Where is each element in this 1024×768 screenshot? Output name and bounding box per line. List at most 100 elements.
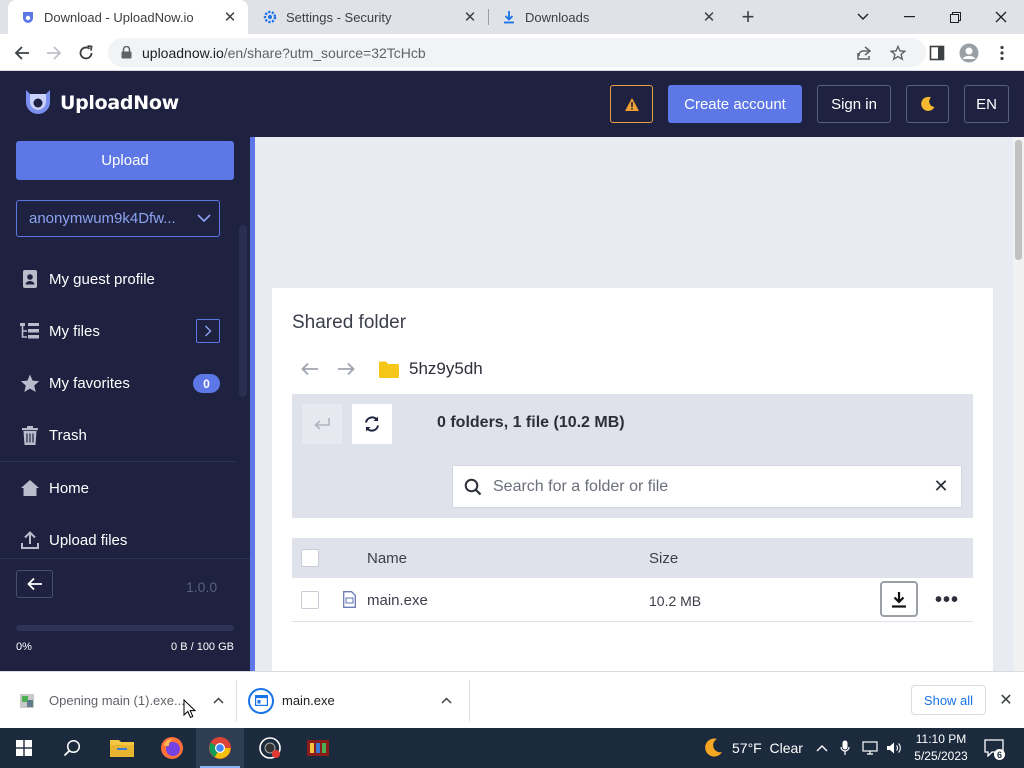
sign-in-button[interactable]: Sign in bbox=[817, 85, 891, 123]
downloads-bar: Opening main (1).exe... main.exe Show al… bbox=[0, 671, 1024, 728]
download-icon bbox=[892, 591, 906, 608]
return-arrow-icon bbox=[314, 418, 330, 430]
star-icon bbox=[19, 372, 41, 394]
close-tab-icon[interactable]: ✕ bbox=[460, 7, 480, 27]
system-clock[interactable]: 11:10 PM 5/25/2023 bbox=[908, 731, 974, 765]
scrollbar-thumb[interactable] bbox=[239, 225, 247, 397]
share-icon[interactable] bbox=[854, 43, 874, 63]
lock-icon[interactable] bbox=[120, 46, 132, 60]
app-grid-icon[interactable] bbox=[294, 728, 342, 768]
chrome-icon[interactable] bbox=[196, 728, 244, 768]
download-file-button[interactable] bbox=[880, 581, 918, 617]
page-title: Shared folder bbox=[292, 312, 407, 333]
close-tab-icon[interactable]: ✕ bbox=[220, 7, 240, 27]
expand-chevron-right-icon[interactable] bbox=[196, 319, 220, 343]
mouse-cursor-icon bbox=[183, 699, 196, 719]
forward-arrow-icon[interactable] bbox=[40, 39, 68, 67]
url-path: /en/share?utm_source=32TcHcb bbox=[223, 44, 426, 61]
side-panel-icon[interactable] bbox=[923, 39, 951, 67]
sidebar-item-guest-profile[interactable]: My guest profile bbox=[0, 259, 236, 299]
tab-uploadnow-download[interactable]: Download - UploadNow.io ✕ bbox=[8, 0, 248, 34]
download-item-opening[interactable]: Opening main (1).exe... bbox=[18, 672, 228, 729]
more-options-icon[interactable]: ••• bbox=[932, 586, 962, 614]
taskbar-search-icon[interactable] bbox=[48, 728, 96, 768]
close-window-button[interactable] bbox=[978, 0, 1024, 34]
sidebar: Upload anonymwum9k4Dfw... My guest profi… bbox=[0, 137, 250, 671]
site-logo[interactable]: UploadNow bbox=[24, 88, 179, 118]
screen-recorder-icon[interactable] bbox=[246, 728, 294, 768]
folder-path-bar: 5hz9y5dh bbox=[292, 354, 483, 384]
tab-search-chevron-icon[interactable] bbox=[840, 0, 886, 34]
browser-tab-strip: Download - UploadNow.io ✕ Settings - Sec… bbox=[0, 0, 1024, 34]
new-tab-button[interactable]: + bbox=[736, 4, 760, 29]
sidebar-item-home[interactable]: Home bbox=[0, 468, 236, 508]
row-checkbox[interactable] bbox=[301, 591, 319, 609]
network-icon[interactable] bbox=[862, 728, 878, 768]
back-arrow-icon[interactable] bbox=[8, 39, 36, 67]
windows-start-icon[interactable] bbox=[0, 728, 48, 768]
history-back-arrow-icon[interactable] bbox=[292, 354, 328, 384]
sidebar-item-trash[interactable]: Trash bbox=[0, 415, 236, 455]
kebab-menu-icon[interactable] bbox=[988, 39, 1016, 67]
show-all-downloads-button[interactable]: Show all bbox=[911, 685, 986, 715]
bookmark-star-icon[interactable] bbox=[888, 43, 908, 63]
refresh-icon bbox=[365, 416, 379, 432]
installer-file-icon bbox=[18, 692, 36, 710]
parent-folder-button[interactable] bbox=[302, 404, 342, 444]
clear-search-icon[interactable]: ✕ bbox=[921, 476, 961, 497]
url-text: uploadnow.io/en/share?utm_source=32TcHcb bbox=[142, 45, 426, 61]
main-scrollbar[interactable] bbox=[1013, 137, 1024, 671]
file-explorer-icon[interactable] bbox=[98, 728, 146, 768]
exe-file-icon bbox=[343, 591, 356, 612]
scrollbar-thumb[interactable] bbox=[1015, 140, 1022, 260]
minimize-window-button[interactable] bbox=[886, 0, 932, 34]
sidebar-scrollbar[interactable] bbox=[237, 137, 250, 558]
account-selector[interactable]: anonymwum9k4Dfw... bbox=[16, 200, 220, 237]
sidebar-resize-edge[interactable] bbox=[250, 137, 255, 671]
microphone-icon[interactable] bbox=[840, 728, 850, 768]
address-bar[interactable]: uploadnow.io/en/share?utm_source=32TcHcb bbox=[108, 38, 926, 67]
sidebar-divider bbox=[0, 461, 236, 462]
volume-icon[interactable] bbox=[886, 728, 902, 768]
tab-downloads[interactable]: Downloads ✕ bbox=[489, 0, 727, 34]
chevron-up-icon[interactable] bbox=[208, 697, 228, 704]
history-forward-arrow-icon[interactable] bbox=[328, 354, 364, 384]
chevron-up-icon[interactable] bbox=[436, 697, 456, 704]
select-all-checkbox[interactable] bbox=[301, 549, 319, 567]
collapse-sidebar-button[interactable] bbox=[16, 570, 53, 598]
table-row[interactable]: main.exe 10.2 MB ••• bbox=[292, 578, 973, 622]
tab-settings-security[interactable]: Settings - Security ✕ bbox=[250, 0, 488, 34]
sidebar-item-my-files[interactable]: My files bbox=[0, 311, 236, 351]
gear-icon bbox=[262, 9, 278, 25]
url-host: uploadnow.io bbox=[142, 44, 224, 61]
download-item-main-exe[interactable]: main.exe bbox=[248, 672, 456, 729]
restore-window-button[interactable] bbox=[932, 0, 978, 34]
weather-widget[interactable]: 57°F Clear bbox=[702, 728, 803, 768]
dark-mode-toggle[interactable] bbox=[906, 85, 949, 123]
notifications-button[interactable]: 6 bbox=[982, 736, 1006, 760]
create-account-button[interactable]: Create account bbox=[668, 85, 802, 123]
file-name[interactable]: main.exe bbox=[367, 592, 428, 609]
storage-usage-percent: 0% bbox=[16, 641, 32, 653]
firefox-icon[interactable] bbox=[148, 728, 196, 768]
language-selector[interactable]: EN bbox=[964, 85, 1009, 123]
column-header-size[interactable]: Size bbox=[649, 550, 678, 567]
favorites-count-badge: 0 bbox=[193, 374, 220, 393]
warning-button[interactable] bbox=[610, 85, 653, 123]
reload-icon[interactable] bbox=[72, 39, 100, 67]
download-separator bbox=[236, 680, 237, 721]
upload-button[interactable]: Upload bbox=[16, 141, 234, 180]
search-input[interactable] bbox=[493, 477, 921, 496]
close-tab-icon[interactable]: ✕ bbox=[699, 7, 719, 27]
column-header-name[interactable]: Name bbox=[367, 550, 407, 567]
close-downloads-bar-icon[interactable]: ✕ bbox=[996, 688, 1016, 712]
refresh-button[interactable] bbox=[352, 404, 392, 444]
trash-icon bbox=[19, 424, 41, 446]
search-field[interactable]: ✕ bbox=[452, 465, 962, 508]
tab-label: Settings - Security bbox=[286, 9, 392, 25]
folder-name: 5hz9y5dh bbox=[409, 359, 483, 378]
tray-expand-chevron-icon[interactable] bbox=[816, 728, 828, 768]
sidebar-item-upload-files[interactable]: Upload files bbox=[0, 520, 236, 560]
profile-avatar-icon[interactable] bbox=[955, 39, 983, 67]
sidebar-item-favorites[interactable]: My favorites 0 bbox=[0, 363, 236, 403]
